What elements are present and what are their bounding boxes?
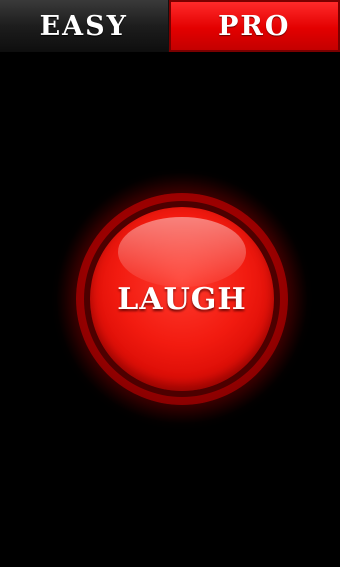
- mode-tab-bar: EASY PRO: [0, 0, 340, 52]
- tab-easy[interactable]: EASY: [0, 0, 169, 52]
- tab-pro-label: PRO: [218, 10, 291, 42]
- app-screen: EASY PRO LAUGH: [0, 0, 340, 567]
- tab-pro[interactable]: PRO: [168, 0, 340, 52]
- laugh-button[interactable]: LAUGH: [90, 207, 274, 391]
- button-gloss-highlight: [118, 217, 246, 287]
- laugh-button-label: LAUGH: [117, 281, 247, 317]
- tab-easy-label: EASY: [39, 10, 128, 42]
